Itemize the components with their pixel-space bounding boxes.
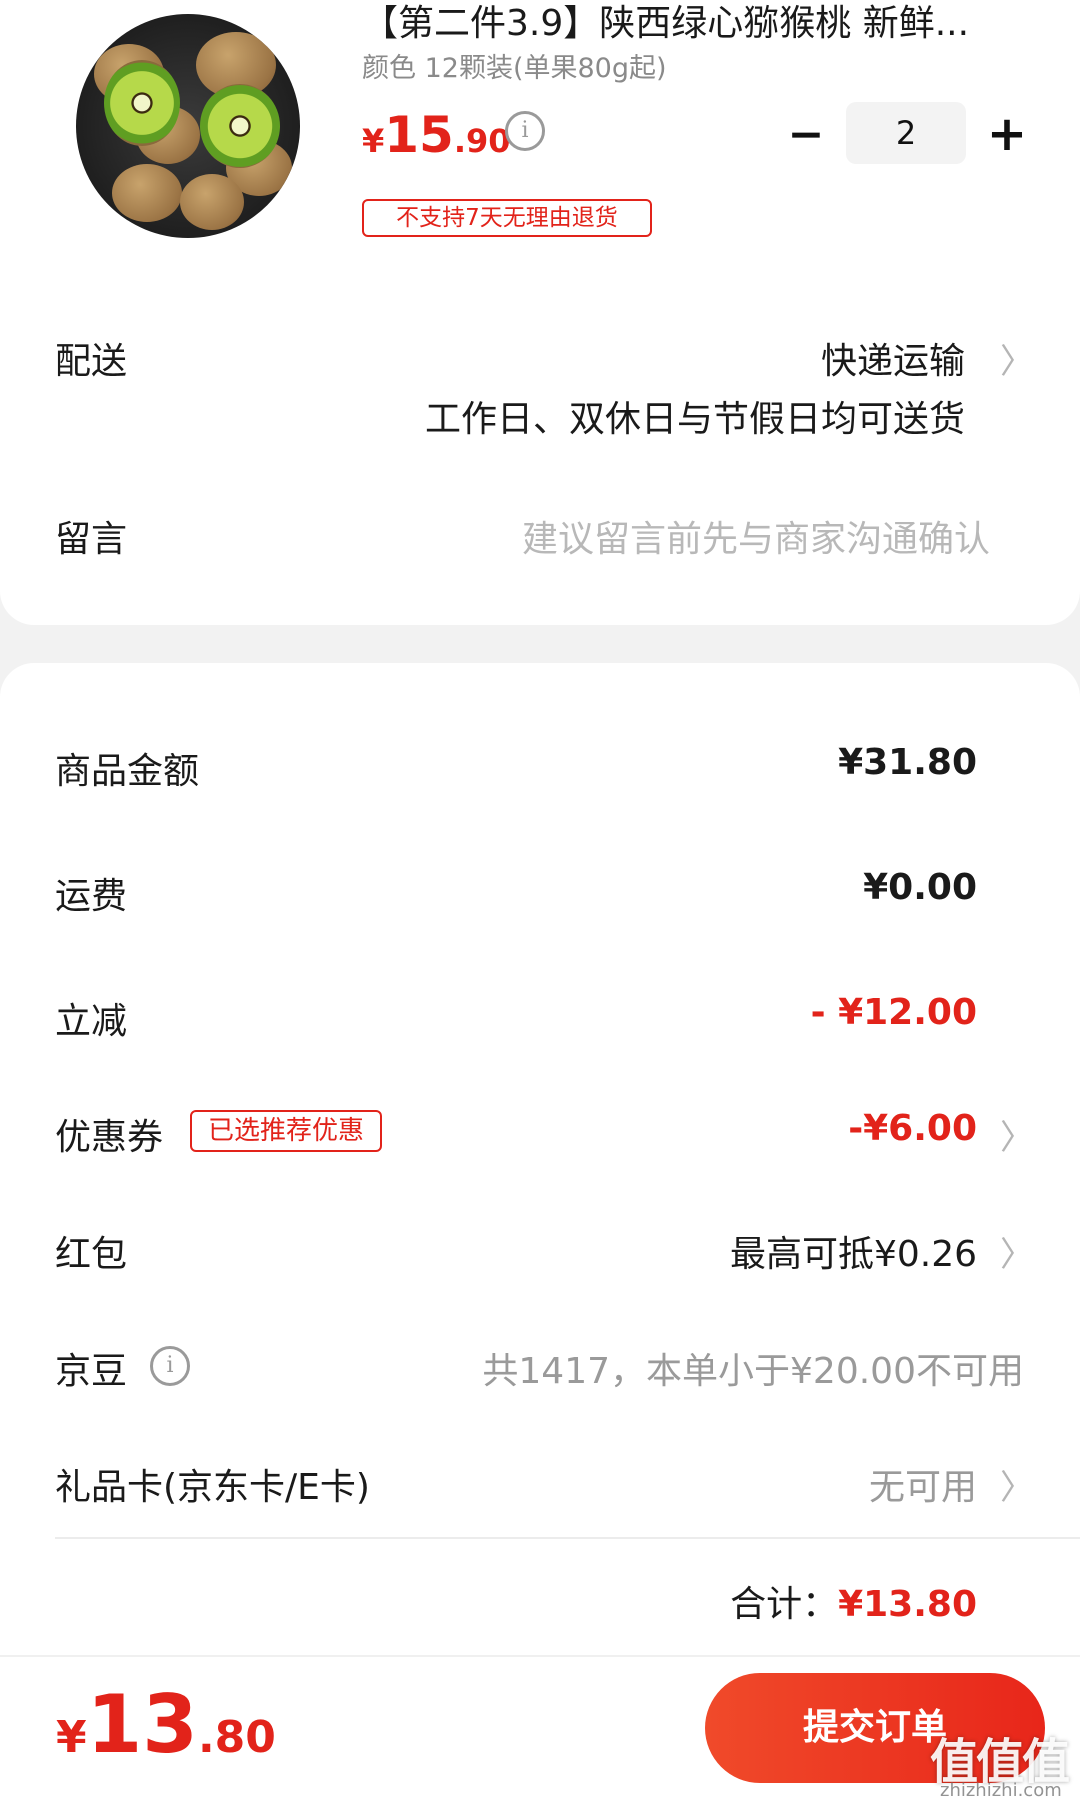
minus-icon[interactable]: −	[786, 110, 826, 160]
info-icon[interactable]: i	[150, 1346, 190, 1386]
coupon-selected-tag: 已选推荐优惠	[190, 1110, 382, 1152]
message-label: 留言	[55, 519, 128, 560]
giftcard-label: 礼品卡(京东卡/E卡)	[55, 1467, 370, 1508]
kiwi-slice	[200, 84, 280, 168]
total-value: ¥13.80	[838, 1584, 977, 1625]
chevron-right-icon[interactable]: 〉	[1000, 1110, 1034, 1159]
footer-price-integer: 13	[86, 1678, 198, 1771]
kiwi-slice	[104, 60, 180, 146]
order-item-card: 【第二件3.9】陕西绿心猕猴桃 新鲜... 颜色 12颗装(单果80g起) ¥1…	[0, 0, 1080, 625]
kiwi-whole	[180, 174, 244, 230]
jd-beans-label: 京豆	[55, 1351, 128, 1392]
footer-price-decimal: .80	[197, 1712, 276, 1763]
footer-price: ¥13.80	[56, 1678, 276, 1771]
product-title[interactable]: 【第二件3.9】陕西绿心猕猴桃 新鲜...	[362, 0, 969, 46]
shipping-label: 运费	[55, 876, 128, 917]
goods-amount-value: ¥31.80	[838, 742, 977, 783]
goods-amount-label: 商品金额	[55, 751, 200, 792]
delivery-label: 配送	[55, 341, 128, 382]
giftcard-value[interactable]: 无可用	[869, 1458, 977, 1510]
quantity-input[interactable]: 2	[846, 102, 966, 164]
chevron-right-icon[interactable]: 〉	[1000, 1460, 1034, 1509]
price-integer: 15	[384, 106, 454, 164]
delivery-note: 工作日、双休日与节假日均可送货	[424, 399, 965, 440]
coupon-value[interactable]: -¥6.00	[848, 1108, 977, 1149]
coupon-label: 优惠券	[55, 1117, 164, 1158]
chevron-right-icon[interactable]: 〉	[1000, 334, 1034, 383]
price-currency: ¥	[362, 122, 385, 160]
delivery-method[interactable]: 快递运输	[821, 332, 965, 384]
price-decimal: .90	[453, 122, 511, 160]
footer-price-currency: ¥	[56, 1712, 87, 1763]
plus-icon[interactable]: +	[985, 106, 1029, 162]
redpacket-value[interactable]: 最高可抵¥0.26	[730, 1225, 977, 1277]
return-policy-badge: 不支持7天无理由退货	[362, 199, 652, 237]
total-label: 合计：	[730, 1584, 839, 1625]
product-price: ¥15.90	[362, 106, 511, 164]
message-input[interactable]: 建议留言前先与商家沟通确认	[522, 510, 990, 562]
redpacket-label: 红包	[55, 1234, 128, 1275]
shipping-value: ¥0.00	[863, 867, 977, 908]
product-spec: 颜色 12颗装(单果80g起)	[362, 53, 667, 84]
jd-beans-value: 共1417，本单小于¥20.00不可用	[482, 1351, 1024, 1392]
divider	[55, 1537, 1080, 1539]
watermark-url: zhizhizhi.com	[940, 1780, 1062, 1801]
info-icon[interactable]: i	[505, 111, 545, 151]
total-row: 合计：¥13.80	[730, 1575, 977, 1627]
discount-label: 立减	[55, 1001, 128, 1042]
chevron-right-icon[interactable]: 〉	[1000, 1227, 1034, 1276]
discount-value: - ¥12.00	[810, 992, 977, 1033]
product-image[interactable]	[76, 14, 300, 238]
kiwi-whole	[112, 164, 182, 222]
footer-divider	[0, 1655, 1080, 1657]
